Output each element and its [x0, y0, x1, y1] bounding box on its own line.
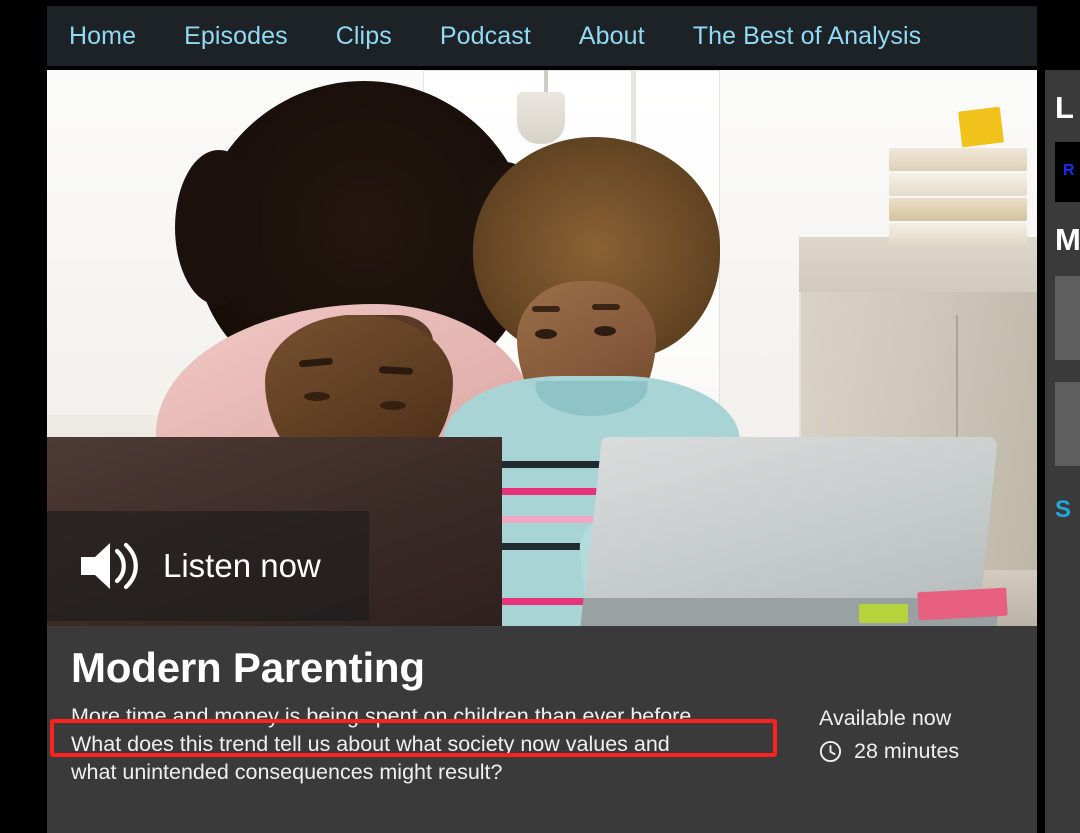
clock-icon [819, 741, 842, 763]
photo-pink-object [917, 587, 1008, 620]
photo-child-eye [594, 325, 617, 336]
episode-synopsis-line-2: What does this trend tell us about what … [71, 732, 670, 757]
photo-book [888, 222, 1028, 246]
nav-item-about[interactable]: About [579, 22, 645, 51]
speaker-icon [81, 542, 138, 590]
episode-duration-label: 28 minutes [854, 739, 960, 764]
availability-status: Available now [819, 706, 952, 731]
sidebar-thumbnail[interactable] [1055, 276, 1080, 360]
nav-item-episodes[interactable]: Episodes [184, 22, 288, 51]
photo-child-eyebrow [591, 303, 620, 310]
episode-detail-columns: More time and money is being spent on ch… [71, 702, 1013, 786]
nav-item-home[interactable]: Home [69, 22, 136, 51]
photo-pendant-lamp [517, 92, 566, 144]
photo-child-eyebrow [532, 306, 561, 313]
nav-item-podcast[interactable]: Podcast [440, 22, 531, 51]
sidebar-thumbnail[interactable] [1055, 382, 1080, 466]
episode-synopsis-line-3: what unintended consequences might resul… [71, 760, 503, 785]
main-navigation: Home Episodes Clips Podcast About The Be… [47, 6, 1037, 66]
nav-item-clips[interactable]: Clips [336, 22, 392, 51]
page-root: Home Episodes Clips Podcast About The Be… [0, 0, 1080, 833]
episode-title: Modern Parenting [71, 644, 425, 691]
photo-sticky-note [958, 106, 1005, 148]
sidebar-section-one-heading: L [1055, 90, 1074, 125]
episode-synopsis-line-1: More time and money is being spent on ch… [71, 704, 698, 729]
photo-book-stack [888, 147, 1028, 248]
episode-duration: 28 minutes [819, 739, 959, 764]
listen-now-label: Listen now [163, 547, 321, 584]
photo-green-object [858, 603, 909, 624]
episode-synopsis: More time and money is being spent on ch… [71, 702, 811, 786]
sidebar-promo-card[interactable]: R [1055, 142, 1080, 202]
photo-adult-eye [379, 400, 406, 410]
photo-book [888, 172, 1028, 196]
sidebar-section-one: L R [1045, 90, 1080, 202]
nav-item-best-of-analysis[interactable]: The Best of Analysis [693, 22, 922, 51]
episode-meta: Available now 28 minutes [819, 702, 959, 764]
listen-now-button[interactable]: Listen now [47, 511, 369, 621]
sidebar-section-two-heading: M [1055, 222, 1080, 257]
photo-book [888, 197, 1028, 221]
photo-book [888, 147, 1028, 171]
sidebar-section-two: M S [1045, 222, 1080, 524]
episode-details-panel: Modern Parenting More time and money is … [47, 626, 1037, 833]
photo-child-neckline [535, 380, 648, 416]
right-sidebar: L R M S [1045, 70, 1080, 833]
sidebar-footer-link[interactable]: S [1055, 496, 1080, 524]
left-gutter [0, 0, 47, 833]
sidebar-divider [1037, 70, 1045, 833]
photo-child-eye [535, 328, 558, 339]
